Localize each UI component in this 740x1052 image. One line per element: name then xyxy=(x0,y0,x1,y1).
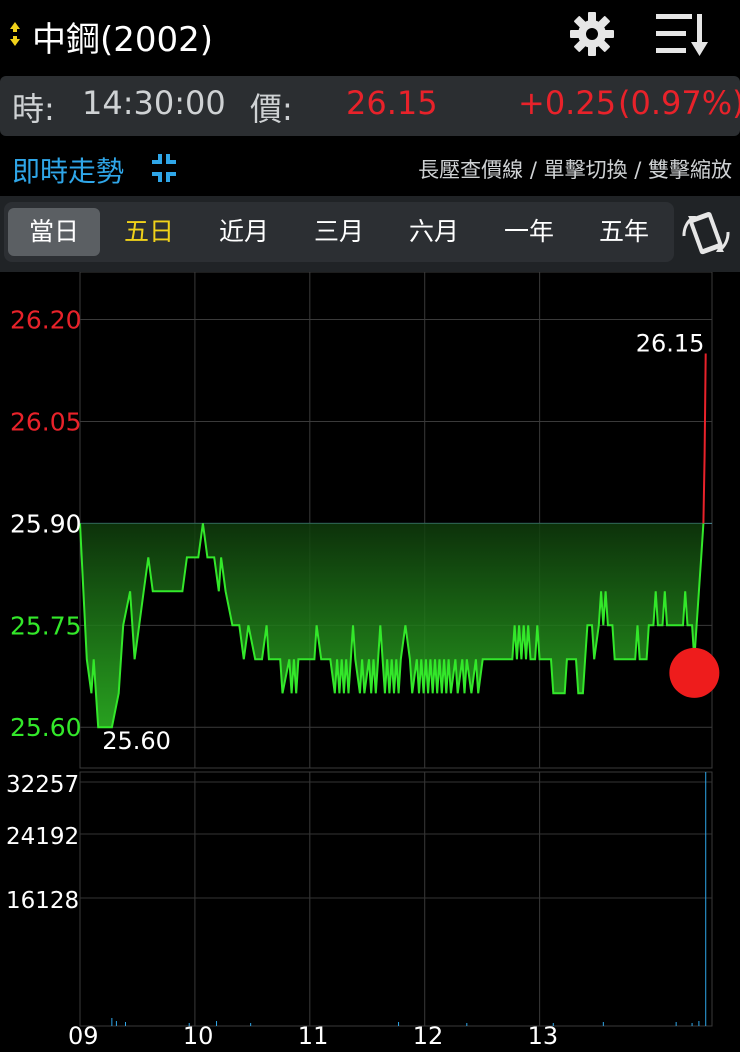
quote-bar: 時: 14:30:00 價: 26.15 +0.25 (0.97%) xyxy=(0,76,740,136)
tab-five-days[interactable]: 五日 xyxy=(103,208,195,256)
price-label: 價: xyxy=(250,90,293,128)
tab-one-year[interactable]: 一年 xyxy=(483,208,575,256)
tab-six-months[interactable]: 六月 xyxy=(388,208,480,256)
price-tick-label: 25.60 xyxy=(10,713,82,742)
volume-bars xyxy=(111,772,707,1026)
price-tick-label: 25.90 xyxy=(10,509,82,538)
mode-bar: 即時走勢 長壓查價線 / 單擊切換 / 雙擊縮放 xyxy=(0,140,740,196)
tab-one-month[interactable]: 近月 xyxy=(198,208,290,256)
rotate-screen-icon[interactable] xyxy=(678,206,734,262)
gesture-hint: 長壓查價線 / 單擊切換 / 雙擊縮放 xyxy=(418,158,732,182)
price-tick-label: 25.75 xyxy=(10,611,82,640)
change-value: +0.25 xyxy=(518,84,617,122)
change-percent: (0.97%) xyxy=(618,84,740,122)
price-tick-label: 26.05 xyxy=(10,407,82,436)
volume-panel-frame xyxy=(79,771,713,1027)
live-trend-label[interactable]: 即時走勢 xyxy=(12,150,124,190)
period-tabs: 當日 五日 近月 三月 六月 一年 五年 xyxy=(4,202,674,262)
low-label: 25.60 xyxy=(102,727,171,755)
current-price-marker[interactable] xyxy=(669,647,720,698)
time-tick-label: 09 xyxy=(68,1022,99,1048)
time-tick-label: 12 xyxy=(413,1022,444,1048)
volume-tick-label: 24192 xyxy=(6,824,79,850)
price-axis: 26.20 26.05 25.90 25.75 25.60 xyxy=(10,306,82,743)
time-label: 時: xyxy=(12,90,55,128)
stock-title[interactable]: 中鋼(2002) xyxy=(32,12,213,61)
volume-tick-label: 32257 xyxy=(6,772,79,798)
collapse-icon[interactable] xyxy=(150,154,178,182)
volume-axis: 32257 24192 16128 xyxy=(6,772,79,914)
gear-icon[interactable] xyxy=(568,10,616,58)
stock-switch-arrows-icon[interactable] xyxy=(10,22,20,46)
chart-canvas[interactable]: 26.20 26.05 25.90 25.75 25.60 32257 24192 1612… xyxy=(0,271,740,1050)
tab-three-months[interactable]: 三月 xyxy=(293,208,385,256)
tab-today[interactable]: 當日 xyxy=(8,208,100,256)
price-panel-frame xyxy=(79,271,713,769)
tab-five-years[interactable]: 五年 xyxy=(578,208,670,256)
time-tick-label: 10 xyxy=(183,1022,214,1048)
price-value: 26.15 xyxy=(346,84,438,122)
high-label: 26.15 xyxy=(636,330,705,358)
time-value: 14:30:00 xyxy=(82,84,226,122)
price-line-up xyxy=(702,353,707,524)
intraday-chart[interactable]: 26.20 26.05 25.90 25.75 25.60 32257 24192 1612… xyxy=(0,271,740,1050)
app-header: 中鋼(2002) xyxy=(0,0,740,72)
period-tab-row: 當日 五日 近月 三月 六月 一年 五年 xyxy=(0,196,740,272)
price-tick-label: 26.20 xyxy=(10,306,82,335)
volume-tick-label: 16128 xyxy=(6,888,79,914)
time-tick-label: 11 xyxy=(298,1022,329,1048)
sort-list-icon[interactable] xyxy=(654,10,710,58)
